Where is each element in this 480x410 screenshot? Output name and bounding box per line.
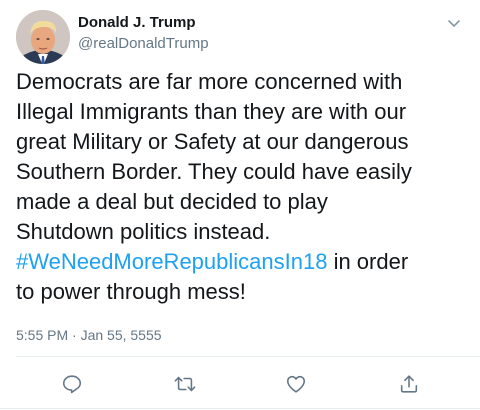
reply-icon [62,375,82,394]
retweet-icon [174,376,196,392]
tweet-card: Donald J. Trump @realDonaldTrump Democra… [0,0,480,410]
tweet-timestamp[interactable]: 5:55 PM · Jan 55, 5555 [16,326,162,344]
author-names: Donald J. Trump @realDonaldTrump [78,14,209,54]
divider [0,408,480,409]
divider [16,356,480,357]
tweet-line: to power through mess! [16,279,246,304]
tweet-line: great Military or Safety at our dangerou… [16,129,409,154]
tweet-line: Democrats are far more concerned with [16,69,403,94]
retweet-button[interactable] [171,370,199,398]
reply-button[interactable] [58,370,86,398]
tweet-actions [0,370,480,400]
share-button[interactable] [395,370,423,398]
avatar-photo-icon [16,10,70,64]
share-icon [400,375,418,393]
heart-icon [286,375,306,393]
author-handle[interactable]: @realDonaldTrump [78,34,209,54]
tweet-line: made a deal but decided to play [16,189,328,214]
hashtag-link[interactable]: #WeNeedMoreRepublicansIn18 [16,249,327,274]
tweet-line: Southern Border. They could have easily [16,159,412,184]
tweet-line: Illegal Immigrants than they are with ou… [16,99,407,124]
like-button[interactable] [282,370,310,398]
chevron-down-icon [448,20,460,27]
avatar[interactable] [16,10,70,64]
tweet-line-with-hashtag: #WeNeedMoreRepublicansIn18 in order [16,247,466,277]
tweet-text: Democrats are far more concerned with Il… [16,67,466,307]
tweet-text-fragment: in order [327,249,409,274]
tweet-header: Donald J. Trump @realDonaldTrump [16,10,464,66]
tweet-line: Shutdown politics instead. [16,219,271,244]
author-display-name[interactable]: Donald J. Trump [78,14,209,32]
tweet-menu-button[interactable] [444,14,464,34]
